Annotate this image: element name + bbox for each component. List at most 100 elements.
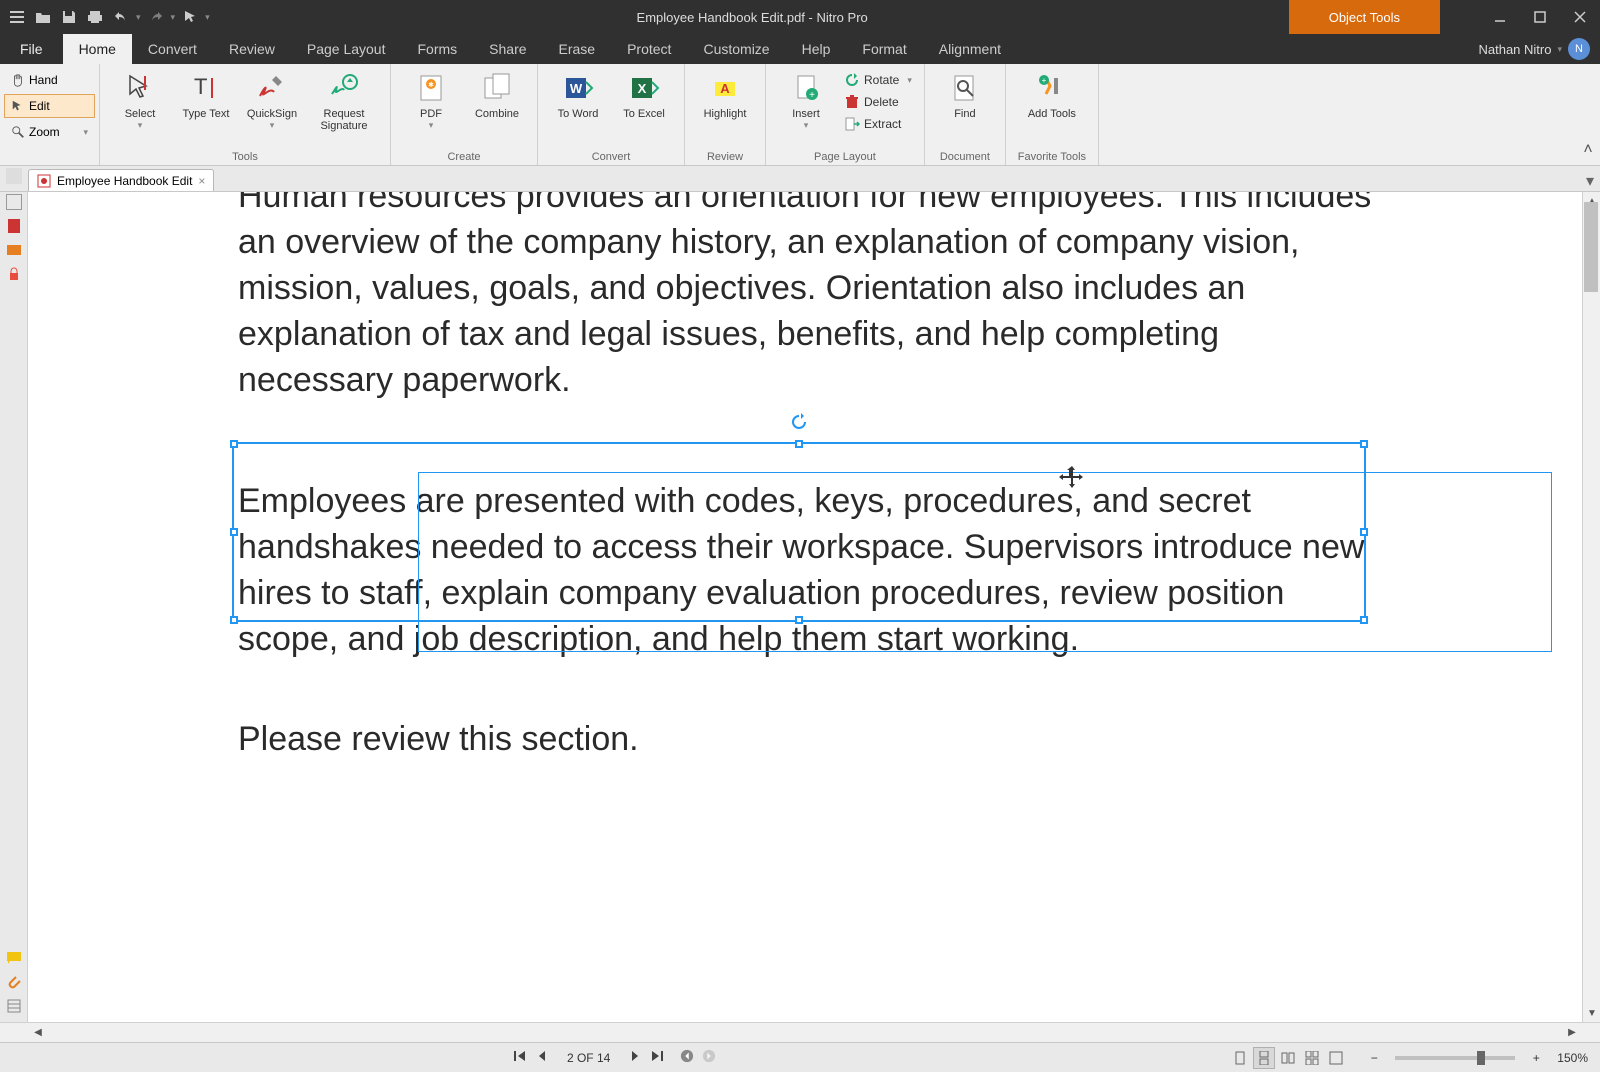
paragraph-1[interactable]: Human resources provides an orientation …: [238, 192, 1378, 403]
to-word-button[interactable]: WTo Word: [546, 66, 610, 120]
pages-panel-icon[interactable]: [6, 194, 22, 210]
redo-dropdown[interactable]: ▾: [171, 12, 176, 23]
undo-dropdown[interactable]: ▾: [136, 12, 141, 23]
tab-overflow-icon[interactable]: ▾: [1580, 171, 1600, 191]
resize-handle-ne[interactable]: [1360, 440, 1368, 448]
app-menu-icon[interactable]: [6, 6, 28, 28]
collapse-ribbon-icon[interactable]: ˄: [1576, 64, 1600, 165]
zoom-slider[interactable]: [1395, 1056, 1515, 1060]
document-tab[interactable]: Employee Handbook Edit ×: [28, 169, 214, 191]
minimize-button[interactable]: [1480, 0, 1520, 34]
resize-handle-n[interactable]: [795, 440, 803, 448]
output-panel-icon[interactable]: [6, 998, 22, 1014]
hand-mode[interactable]: Hand: [4, 68, 95, 92]
rotate-handle-icon[interactable]: [789, 412, 809, 437]
svg-text:X: X: [638, 81, 647, 96]
group-favorite: +Add Tools Favorite Tools: [1006, 64, 1099, 165]
group-label-tools: Tools: [108, 149, 382, 165]
context-tab-object-tools[interactable]: Object Tools: [1289, 0, 1440, 34]
delete-button[interactable]: Delete: [840, 92, 916, 112]
edit-mode[interactable]: Edit: [4, 94, 95, 118]
request-signature-button[interactable]: Request Signature: [306, 66, 382, 132]
attachments-panel-icon[interactable]: [6, 974, 22, 990]
zoom-mode[interactable]: Zoom▾: [4, 120, 95, 144]
word-icon: W: [560, 70, 596, 106]
tab-help[interactable]: Help: [786, 34, 847, 64]
tab-page-layout[interactable]: Page Layout: [291, 34, 402, 64]
view-facing-continuous-button[interactable]: [1301, 1047, 1323, 1069]
tab-share[interactable]: Share: [473, 34, 542, 64]
combine-button[interactable]: Combine: [465, 66, 529, 120]
page-indicator[interactable]: 2 OF 14: [567, 1051, 610, 1065]
highlight-button[interactable]: AHighlight: [693, 66, 757, 120]
user-name: Nathan Nitro: [1478, 42, 1551, 57]
svg-text:✱: ✱: [428, 81, 434, 89]
security-panel-icon[interactable]: [6, 266, 22, 282]
rotate-button[interactable]: Rotate▾: [840, 70, 916, 90]
maximize-button[interactable]: [1520, 0, 1560, 34]
horizontal-scrollbar[interactable]: ◀ ▶: [0, 1022, 1600, 1042]
tab-protect[interactable]: Protect: [611, 34, 687, 64]
zoom-out-button[interactable]: −: [1363, 1047, 1385, 1069]
select-button[interactable]: Select▾: [108, 66, 172, 131]
insert-button[interactable]: +Insert▾: [774, 66, 838, 131]
tab-erase[interactable]: Erase: [543, 34, 612, 64]
undo-icon[interactable]: [110, 6, 132, 28]
panel-icon-1[interactable]: [6, 168, 22, 184]
view-continuous-button[interactable]: [1253, 1047, 1275, 1069]
group-label-page-layout: Page Layout: [774, 149, 916, 165]
qat-customize-dropdown[interactable]: ▾: [205, 12, 210, 23]
zoom-slider-thumb[interactable]: [1477, 1051, 1485, 1065]
tab-forms[interactable]: Forms: [401, 34, 473, 64]
close-tab-icon[interactable]: ×: [198, 174, 205, 188]
resize-handle-sw[interactable]: [230, 616, 238, 624]
tab-review[interactable]: Review: [213, 34, 291, 64]
paragraph-3[interactable]: Please review this section.: [238, 717, 1378, 763]
view-facing-button[interactable]: [1277, 1047, 1299, 1069]
save-icon[interactable]: [58, 6, 80, 28]
pdf-button[interactable]: ✱PDF▾: [399, 66, 463, 131]
nav-back-button[interactable]: [680, 1049, 694, 1066]
find-button[interactable]: Find: [933, 66, 997, 120]
type-text-button[interactable]: TType Text: [174, 66, 238, 120]
scroll-right-icon[interactable]: ▶: [1562, 1027, 1582, 1038]
extract-button[interactable]: Extract: [840, 114, 916, 134]
view-fullscreen-button[interactable]: [1325, 1047, 1347, 1069]
zoom-in-button[interactable]: +: [1525, 1047, 1547, 1069]
layers-panel-icon[interactable]: [6, 242, 22, 258]
tab-format[interactable]: Format: [846, 34, 922, 64]
first-page-button[interactable]: [513, 1049, 527, 1066]
zoom-value[interactable]: 150%: [1557, 1051, 1588, 1065]
scroll-left-icon[interactable]: ◀: [28, 1027, 48, 1038]
resize-handle-nw[interactable]: [230, 440, 238, 448]
group-label-create: Create: [399, 149, 529, 165]
tab-home[interactable]: Home: [63, 34, 132, 64]
comments-panel-icon[interactable]: [6, 950, 22, 966]
bookmarks-panel-icon[interactable]: [6, 218, 22, 234]
tab-convert[interactable]: Convert: [132, 34, 213, 64]
user-menu[interactable]: Nathan Nitro ▾ N: [1478, 34, 1600, 64]
close-button[interactable]: [1560, 0, 1600, 34]
file-tab[interactable]: File: [0, 34, 63, 64]
last-page-button[interactable]: [650, 1049, 664, 1066]
redo-icon[interactable]: [145, 6, 167, 28]
nav-forward-button[interactable]: [702, 1049, 716, 1066]
next-page-button[interactable]: [628, 1049, 642, 1066]
add-tools-button[interactable]: +Add Tools: [1014, 66, 1090, 120]
page-canvas[interactable]: Human resources provides an orientation …: [28, 192, 1600, 1022]
cursor-tool-icon[interactable]: [179, 6, 201, 28]
scroll-down-icon[interactable]: ▼: [1583, 1004, 1600, 1022]
view-single-button[interactable]: [1229, 1047, 1251, 1069]
open-icon[interactable]: [32, 6, 54, 28]
quicksign-button[interactable]: QuickSign▾: [240, 66, 304, 131]
group-create: ✱PDF▾ Combine Create: [391, 64, 538, 165]
tab-alignment[interactable]: Alignment: [923, 34, 1017, 64]
print-icon[interactable]: [84, 6, 106, 28]
vertical-scrollbar[interactable]: ▲ ▼: [1582, 192, 1600, 1022]
tab-customize[interactable]: Customize: [687, 34, 785, 64]
vertical-scrollbar-thumb[interactable]: [1584, 202, 1598, 292]
to-excel-button[interactable]: XTo Excel: [612, 66, 676, 120]
resize-handle-w[interactable]: [230, 528, 238, 536]
pdf-tab-icon: [37, 174, 51, 188]
prev-page-button[interactable]: [535, 1049, 549, 1066]
